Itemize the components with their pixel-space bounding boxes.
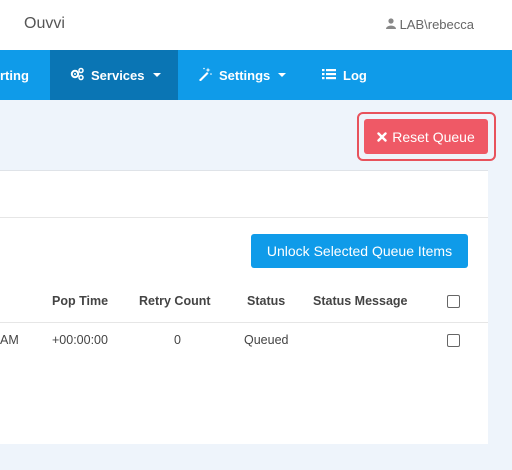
panel-divider <box>0 217 488 218</box>
user-icon <box>385 17 396 32</box>
close-icon <box>377 129 387 145</box>
nav-item-label: rting <box>0 67 29 83</box>
main-nav: rting Services Settings Log <box>0 50 512 100</box>
nav-item-label: Services <box>91 67 145 83</box>
header-divider <box>0 322 488 323</box>
user-menu[interactable]: LAB\rebecca <box>385 17 474 32</box>
chevron-down-icon <box>278 73 287 77</box>
reset-queue-button[interactable]: Reset Queue <box>364 119 488 154</box>
reset-queue-label: Reset Queue <box>392 128 475 145</box>
column-header-status[interactable]: Status <box>247 294 285 308</box>
unlock-selected-button[interactable]: Unlock Selected Queue Items <box>251 234 468 268</box>
user-name: LAB\rebecca <box>399 17 474 32</box>
chevron-down-icon <box>152 73 161 77</box>
select-all-checkbox[interactable] <box>447 295 460 308</box>
column-header-retry-count[interactable]: Retry Count <box>139 294 211 308</box>
cell-retry-count: 0 <box>174 333 181 347</box>
magic-wand-icon <box>198 67 212 84</box>
queue-panel: Unlock Selected Queue Items Pop Time Ret… <box>0 170 488 444</box>
nav-item-label: Settings <box>219 67 271 83</box>
nav-item-label: Log <box>343 67 367 83</box>
nav-item-reporting[interactable]: rting <box>0 50 50 100</box>
cell-status: Queued <box>244 333 289 347</box>
cell-time: AM <box>0 333 19 347</box>
row-checkbox[interactable] <box>447 334 460 347</box>
nav-item-log[interactable]: Log <box>322 50 367 100</box>
nav-item-settings[interactable]: Settings <box>198 50 287 100</box>
cell-pop-time: +00:00:00 <box>52 333 108 347</box>
list-icon <box>322 67 336 84</box>
column-header-status-message[interactable]: Status Message <box>313 294 407 308</box>
column-header-pop-time[interactable]: Pop Time <box>52 294 108 308</box>
gears-icon <box>70 67 84 84</box>
brand-name[interactable]: Ouvvi <box>24 15 65 33</box>
nav-item-services[interactable]: Services <box>50 50 178 100</box>
top-bar: Ouvvi LAB\rebecca <box>0 0 512 50</box>
